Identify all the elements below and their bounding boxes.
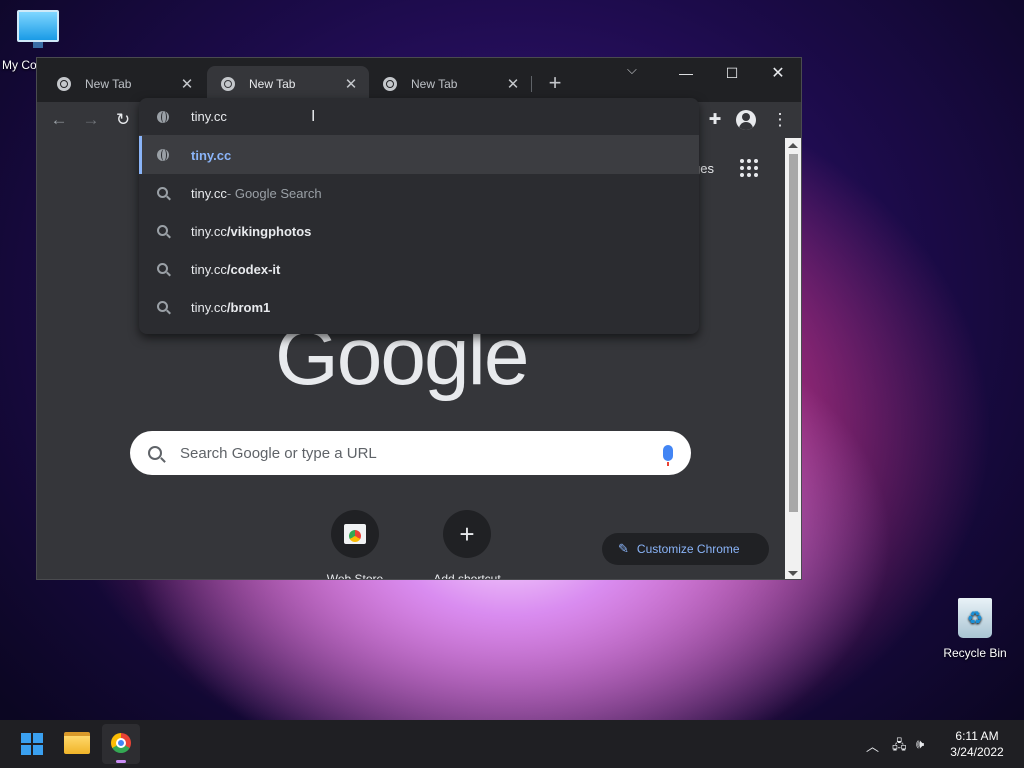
tab-2[interactable]: New Tab ✕ [207,66,369,102]
search-placeholder: Search Google or type a URL [180,444,377,462]
suggestion-text: tiny.cc [191,185,227,201]
volume-icon[interactable]: 🕪 [916,736,924,752]
chrome-tab-icon [383,77,397,91]
tab-1[interactable]: New Tab ✕ [43,66,205,102]
chrome-tab-icon [57,77,71,91]
search-icon [157,187,168,198]
microphone-icon[interactable] [663,445,673,466]
web-store-icon [344,524,366,544]
shortcut-add[interactable]: + Add shortcut [412,510,522,580]
suggestion-suffix: /vikingphotos [226,223,312,239]
chrome-tab-icon [221,77,235,91]
address-bar-input[interactable]: tiny.cc I [139,98,699,136]
tab-strip: New Tab ✕ New Tab ✕ New Tab ✕ + ⌵ — ☐ ✕ [37,58,801,102]
forward-arrow-icon[interactable]: → [80,109,102,131]
shortcut-label: Web Store [326,572,384,580]
suggestion-text: tiny.cc [191,261,227,277]
address-bar-value: tiny.cc [191,109,227,124]
tab-3[interactable]: New Tab ✕ [369,66,531,102]
scroll-down-arrow-icon[interactable] [788,571,798,576]
window-close-button[interactable]: ✕ [755,58,801,88]
shortcut-label: Add shortcut [433,572,501,580]
suggestion-suffix: /brom1 [226,299,271,315]
apps-grid-icon[interactable] [740,159,758,177]
tab-separator [531,76,532,92]
kebab-menu-icon[interactable]: ⋮ [769,109,791,131]
pencil-icon: ✎ [618,541,629,556]
taskbar: ︿ 🖧 🕪 6:11 AM 3/24/2022 [0,720,1024,768]
customize-chrome-button[interactable]: ✎ Customize Chrome [602,533,769,565]
suggestion-row[interactable]: tiny.cc/brom1 [139,288,699,326]
recycle-bin-desktop-icon[interactable]: ♻ Recycle Bin [942,598,1008,660]
search-icon [157,301,168,312]
my-computer-label: My Co [2,58,37,72]
clock-time: 6:11 AM [955,729,999,743]
search-icon [148,446,162,460]
search-icon [157,263,168,274]
reload-icon[interactable]: ↻ [112,109,134,131]
chevron-up-icon[interactable]: ︿ [866,736,879,755]
extensions-puzzle-icon[interactable]: ✚ [704,109,726,131]
close-icon[interactable]: ✕ [179,75,195,93]
file-explorer-icon[interactable] [64,732,90,754]
suggestion-text: tiny.cc [191,299,227,315]
omnibox-dropdown: tiny.cc I tiny.cc tiny.cc - Google Searc… [139,98,699,334]
chrome-taskbar-button[interactable] [102,724,140,764]
suggestion-text: tiny.cc [191,147,232,163]
globe-icon [157,111,169,123]
suggestion-suffix: - Google Search [226,185,322,201]
suggestion-row[interactable]: tiny.cc - Google Search [139,174,699,212]
customize-label: Customize Chrome [636,542,740,556]
clock-date: 3/24/2022 [950,745,1004,759]
recycle-bin-label: Recycle Bin [943,646,1007,660]
tab-title: New Tab [411,77,458,91]
suggestion-suffix: /codex-it [226,261,281,277]
maximize-button[interactable]: ☐ [709,58,755,88]
text-cursor-icon: I [311,108,316,125]
suggestion-text: tiny.cc [191,223,227,239]
close-icon[interactable]: ✕ [505,75,521,93]
minimize-button[interactable]: — [663,58,709,88]
suggestion-row[interactable]: tiny.cc [139,136,699,174]
recycle-bin-icon: ♻ [958,598,992,638]
chrome-icon [111,733,131,753]
plus-icon: + [443,510,491,558]
system-clock[interactable]: 6:11 AM 3/24/2022 [945,728,1009,760]
new-tab-button[interactable]: + [543,70,567,96]
scroll-up-arrow-icon[interactable] [788,143,798,148]
suggestion-row[interactable]: tiny.cc/vikingphotos [139,212,699,250]
windows-start-icon[interactable] [21,733,43,755]
running-indicator [116,760,126,763]
vertical-scrollbar[interactable] [785,138,801,579]
back-arrow-icon[interactable]: ← [48,109,70,131]
scroll-thumb[interactable] [789,154,798,512]
suggestion-row[interactable]: tiny.cc/codex-it [139,250,699,288]
ntp-search-box[interactable]: Search Google or type a URL [130,431,691,475]
network-icon[interactable]: 🖧 [892,736,907,758]
profile-avatar-icon[interactable] [736,110,756,130]
monitor-icon [17,10,59,48]
globe-icon [157,149,169,161]
chrome-window: New Tab ✕ New Tab ✕ New Tab ✕ + ⌵ — ☐ ✕ … [36,57,802,580]
close-icon[interactable]: ✕ [343,75,359,93]
shortcut-circle [331,510,379,558]
tab-search-chevron-icon[interactable]: ⌵ [627,62,637,78]
tab-title: New Tab [249,77,296,91]
shortcut-web-store[interactable]: Web Store [300,510,410,580]
tab-title: New Tab [85,77,132,91]
search-icon [157,225,168,236]
